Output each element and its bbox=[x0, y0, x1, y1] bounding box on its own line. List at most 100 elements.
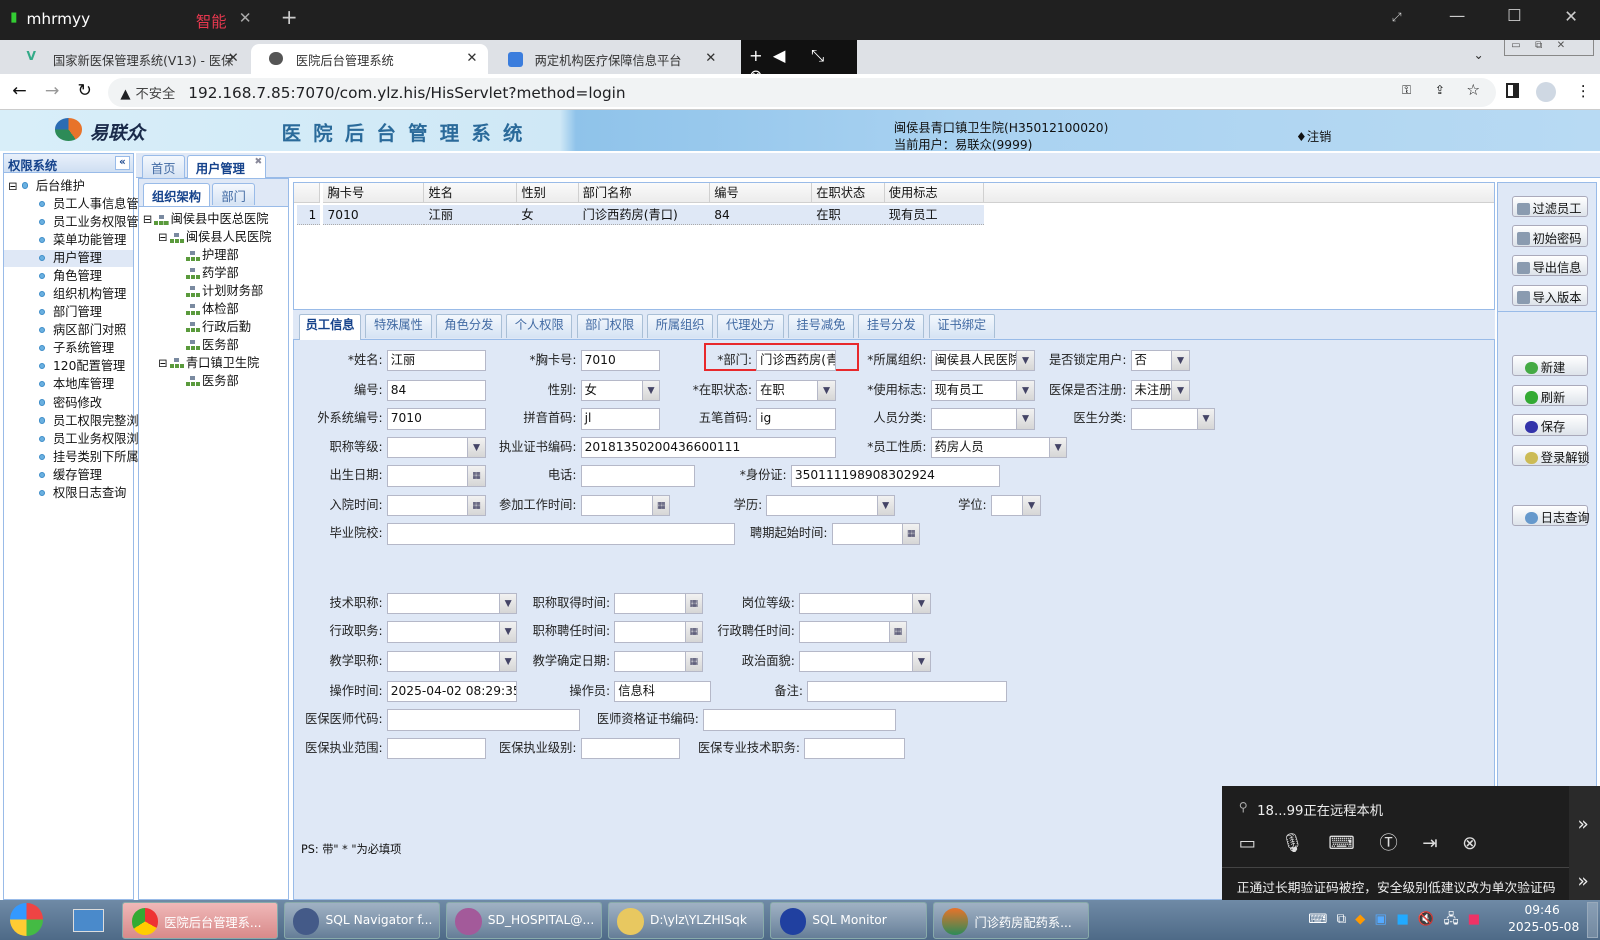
microphone-icon[interactable]: 🎙 bbox=[1281, 833, 1329, 854]
taskbar-item[interactable]: 门诊药房配药系... bbox=[932, 902, 1089, 939]
sidebar-item[interactable]: 本地库管理 bbox=[4, 376, 133, 393]
remote-toolbar[interactable]: +◀ ⤡ ⊗ bbox=[740, 39, 858, 85]
column-header[interactable]: 在职状态 bbox=[812, 182, 885, 204]
close-session-icon[interactable]: ✕ bbox=[239, 9, 252, 27]
field-select-input[interactable]: 药房人员 ▼ bbox=[930, 436, 1068, 459]
column-header[interactable]: 胸卡号 bbox=[323, 182, 425, 204]
button-refresh[interactable]: 刷新 bbox=[1512, 384, 1588, 407]
field-select-input[interactable]: ▼ bbox=[990, 494, 1041, 517]
collapse-tree-icon[interactable]: ⊟ bbox=[158, 231, 167, 244]
expand-icon[interactable]: » bbox=[1578, 814, 1589, 835]
dingtalk-icon[interactable]: ■ bbox=[1396, 912, 1418, 927]
browser-tab-medical-insurance[interactable]: V 国家新医保管理系统(V13) - 医保 ✕ bbox=[8, 44, 249, 75]
chevron-down-icon[interactable]: ▼ bbox=[1048, 437, 1067, 458]
close-tab-icon[interactable]: ✕ bbox=[228, 51, 239, 66]
disconnect-icon[interactable]: ⊗ bbox=[1462, 833, 1502, 854]
close-tab-icon[interactable]: ✕ bbox=[705, 51, 716, 66]
chevron-down-icon[interactable]: ▼ bbox=[1171, 350, 1189, 371]
button-unlock[interactable]: 登录解锁 bbox=[1512, 444, 1590, 467]
collapse-tree-icon[interactable]: ⊟ bbox=[158, 357, 167, 370]
tab-org-structure[interactable]: 组织架构 bbox=[142, 182, 211, 207]
tree-root-backend[interactable]: ⊟ 后台维护 bbox=[8, 178, 85, 195]
start-button[interactable] bbox=[10, 903, 43, 936]
button-import[interactable]: 导入版本 bbox=[1512, 284, 1588, 307]
expand-warning-icon[interactable]: » bbox=[1578, 871, 1589, 892]
collapse-tree-icon[interactable]: ⊟ bbox=[143, 213, 152, 226]
field-date-input[interactable]: ▦ bbox=[798, 621, 908, 643]
share-icon[interactable]: ⇪ bbox=[1435, 83, 1445, 97]
browser-tab-hospital-admin[interactable]: 医院后台管理系统 ✕ bbox=[251, 43, 488, 75]
field-date-input[interactable]: ▦ bbox=[831, 523, 921, 545]
org-tree-node[interactable]: 医务部 bbox=[185, 373, 239, 390]
url-input[interactable]: ▲ 不安全 192.168.7.85:7070/com.ylz.his/HisS… bbox=[108, 77, 1496, 108]
sidebar-item[interactable]: 菜单功能管理 bbox=[4, 232, 133, 249]
tab-department[interactable]: 部门 bbox=[212, 182, 256, 206]
form-tab[interactable]: 挂号分发 bbox=[858, 314, 925, 338]
form-tab[interactable]: 证书绑定 bbox=[928, 314, 995, 338]
table-cell[interactable]: 84 bbox=[710, 205, 813, 226]
chevron-down-icon[interactable]: ▼ bbox=[1196, 409, 1215, 429]
collapse-icon[interactable]: « bbox=[115, 156, 130, 171]
sidebar-item[interactable]: 员工业务权限管 bbox=[4, 214, 139, 231]
form-tab[interactable]: 特殊属性 bbox=[365, 314, 432, 338]
bookmark-star-icon[interactable]: ☆ bbox=[1466, 81, 1480, 99]
form-tab[interactable]: 个人权限 bbox=[506, 314, 573, 338]
field-select-input[interactable]: ▼ bbox=[1130, 408, 1216, 430]
calendar-icon[interactable]: ▦ bbox=[902, 524, 920, 544]
remote-actions[interactable]: ▭🎙⌨Ⓣ⇥⊗ bbox=[1239, 829, 1502, 855]
column-header[interactable]: 部门名称 bbox=[578, 182, 711, 204]
logout-link[interactable]: ♦注销 bbox=[1296, 127, 1331, 145]
org-tree-node[interactable]: ⊟ 闽侯县人民医院 bbox=[158, 229, 271, 246]
field-select-input[interactable]: ▼ bbox=[798, 651, 931, 673]
table-cell[interactable]: 现有员工 bbox=[884, 205, 984, 226]
org-tree-node[interactable]: 护理部 bbox=[185, 247, 239, 264]
volume-muted-icon[interactable]: 🔇 bbox=[1418, 912, 1444, 927]
file-transfer-icon[interactable]: ⇥ bbox=[1422, 833, 1462, 854]
tray-expand-icon[interactable]: ⧉ bbox=[1336, 912, 1355, 927]
table-cell[interactable]: 7010 bbox=[323, 205, 425, 226]
close-tab-icon[interactable]: ✖ bbox=[255, 156, 263, 167]
form-tab[interactable]: 代理处方 bbox=[717, 314, 784, 338]
field-text-input[interactable] bbox=[703, 709, 896, 731]
security-indicator[interactable]: 不安全 bbox=[135, 87, 175, 102]
chevron-down-icon[interactable]: ▼ bbox=[1022, 495, 1040, 516]
form-tab[interactable]: 部门权限 bbox=[576, 314, 643, 338]
menu-icon[interactable]: ⋮ bbox=[1575, 82, 1590, 100]
button-filter-user[interactable]: 过滤员工 bbox=[1512, 195, 1588, 218]
calendar-icon[interactable]: ▦ bbox=[888, 622, 907, 642]
sidebar-item[interactable]: 权限日志查询 bbox=[4, 485, 133, 502]
column-header[interactable]: 编号 bbox=[710, 182, 813, 204]
forward-icon[interactable]: → bbox=[45, 81, 60, 101]
collapse-tree-icon[interactable]: ⊟ bbox=[8, 180, 17, 193]
field-select-input[interactable]: 未注册 ▼ bbox=[1130, 379, 1190, 401]
column-header[interactable]: 性别 bbox=[517, 182, 579, 204]
new-session-button[interactable]: + bbox=[281, 5, 298, 29]
system-tray[interactable]: ⌨⧉◆▣■🔇🖧■ bbox=[1308, 910, 1489, 932]
profile-avatar[interactable] bbox=[1535, 81, 1557, 103]
button-reset-password[interactable]: 初始密码 bbox=[1512, 225, 1588, 247]
button-add[interactable]: 新建 bbox=[1512, 355, 1588, 377]
taskbar-item[interactable]: D:\ylz\YLZHISqk bbox=[608, 902, 765, 939]
tab-user-management[interactable]: 用户管理 ✖ bbox=[186, 155, 267, 179]
back-icon[interactable]: ← bbox=[12, 81, 27, 101]
sidebar-item[interactable]: 员工权限完整浏 bbox=[4, 413, 139, 430]
remote-app-icon[interactable]: ■ bbox=[1468, 912, 1490, 927]
chevron-down-icon[interactable]: ▼ bbox=[912, 593, 930, 614]
security-app-icon[interactable]: ◆ bbox=[1355, 912, 1374, 927]
sidebar-item[interactable]: 病区部门对照 bbox=[4, 322, 133, 339]
sidebar-item[interactable]: 用户管理 bbox=[4, 250, 133, 268]
sidebar-item[interactable]: 角色管理 bbox=[4, 268, 133, 285]
keyboard-icon[interactable]: ⌨ bbox=[1308, 912, 1336, 927]
org-tree-node[interactable]: 行政后勤 bbox=[185, 319, 251, 336]
text-icon[interactable]: Ⓣ bbox=[1379, 833, 1422, 854]
fullscreen-icon[interactable]: ⤢ bbox=[1392, 10, 1402, 25]
taskbar-item[interactable]: 医院后台管理系... bbox=[122, 902, 278, 939]
button-save[interactable]: 保存 bbox=[1512, 414, 1588, 436]
sidebar-item[interactable]: 120配置管理 bbox=[4, 358, 133, 375]
sidebar-item[interactable]: 子系统管理 bbox=[4, 340, 133, 357]
form-tab[interactable]: 角色分发 bbox=[435, 314, 502, 338]
field-text-input[interactable] bbox=[804, 737, 906, 760]
browser-tab-platform[interactable]: 两定机构医疗保障信息平台 ✕ bbox=[490, 44, 727, 75]
taskbar-item[interactable]: SQL Navigator f... bbox=[283, 902, 440, 939]
close-tab-icon[interactable]: ✕ bbox=[466, 51, 477, 66]
